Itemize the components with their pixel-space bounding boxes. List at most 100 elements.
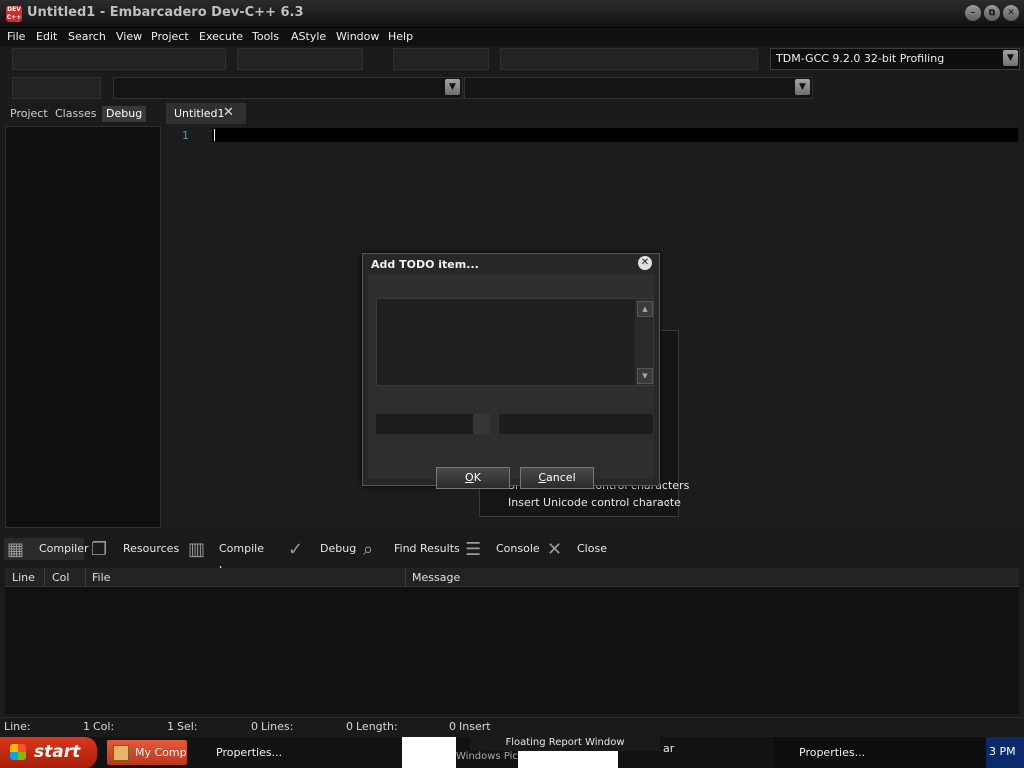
tab-debug-output-label: Debug <box>320 542 357 555</box>
tab-compiler-label: Compiler <box>39 542 89 555</box>
project-browser-panel[interactable] <box>5 126 161 528</box>
tab-classes[interactable]: Classes <box>51 106 100 122</box>
toolbar-project <box>393 48 489 70</box>
floating-report-window-label[interactable]: Floating Report Window <box>470 737 660 751</box>
menu-astyle[interactable]: AStyle <box>291 30 326 43</box>
folder-icon <box>113 745 129 761</box>
system-tray: 3 PM <box>986 737 1024 768</box>
clock: 3 PM <box>989 745 1016 758</box>
cancel-label: ancel <box>546 471 576 484</box>
menu-file[interactable]: File <box>7 30 25 43</box>
status-lines-label: Lines: <box>261 720 294 733</box>
resources-icon: ❐ <box>91 539 108 560</box>
message-list[interactable] <box>5 587 1019 714</box>
column-line[interactable]: Line <box>12 571 35 584</box>
menu-view[interactable]: View <box>116 30 142 43</box>
ok-label: K <box>473 471 481 484</box>
toolbar-misc <box>12 77 101 99</box>
tab-console-label: Console <box>496 542 540 555</box>
minimize-button[interactable]: – <box>965 5 981 21</box>
start-button[interactable]: start <box>0 737 97 768</box>
column-file[interactable]: File <box>92 571 110 584</box>
menu-help[interactable]: Help <box>388 30 413 43</box>
toolbar-debug <box>500 48 758 70</box>
add-todo-dialog: Add TODO item... ✕ ▲ ▼ OK Cancel <box>362 253 660 489</box>
status-length-label: Length: <box>356 720 398 733</box>
magnifier-icon: ⌕ <box>363 539 374 560</box>
taskbar: start My Compu Properties... Windows Pic… <box>0 737 1024 768</box>
line-number: 1 <box>182 129 189 142</box>
column-divider <box>85 568 86 586</box>
ok-mnemonic: O <box>465 471 474 484</box>
close-icon[interactable]: ✕ <box>638 256 652 270</box>
menu-edit[interactable]: Edit <box>36 30 57 43</box>
message-list-header: Line Col File Message <box>5 568 1019 587</box>
ok-button[interactable]: OK <box>436 467 510 489</box>
status-lines-value: 0 <box>346 720 353 733</box>
scroll-up-icon[interactable]: ▲ <box>637 301 653 317</box>
chevron-down-icon[interactable]: ▼ <box>795 79 810 95</box>
tab-project[interactable]: Project <box>6 106 52 122</box>
user-field[interactable] <box>499 414 653 434</box>
status-insert-mode: Insert <box>459 720 491 733</box>
column-message[interactable]: Message <box>412 571 460 584</box>
close-icon: ✕ <box>547 539 563 560</box>
menu-window[interactable]: Window <box>336 30 379 43</box>
priority-stepper[interactable] <box>376 414 490 434</box>
dialog-title: Add TODO item... <box>371 258 479 271</box>
column-col[interactable]: Col <box>52 571 69 584</box>
restore-button[interactable]: ⧉ <box>984 5 1000 21</box>
windows-logo-icon <box>10 744 26 760</box>
tab-find-results-label: Find Results <box>394 542 460 555</box>
cancel-button[interactable]: Cancel <box>520 467 594 489</box>
todo-text-input[interactable]: ▲ ▼ <box>376 298 654 386</box>
tab-find-results[interactable]: ⌕ Find Results <box>362 538 460 560</box>
taskbar-item-partial[interactable]: ar <box>663 742 674 755</box>
taskbar-item-my-computer[interactable]: My Compu <box>107 740 187 765</box>
todo-scrollbar[interactable]: ▲ ▼ <box>635 299 653 385</box>
dialog-body: ▲ ▼ OK Cancel <box>368 274 654 489</box>
tab-close[interactable]: ✕ Close <box>546 538 608 560</box>
menu-execute[interactable]: Execute <box>199 30 243 43</box>
menu-search[interactable]: Search <box>68 30 106 43</box>
close-icon[interactable]: ✕ <box>223 105 234 120</box>
tab-debug[interactable]: Debug <box>102 106 147 122</box>
taskbar-white-block-2 <box>518 751 618 768</box>
tab-debug-output[interactable]: ✓ Debug <box>287 538 357 560</box>
check-icon: ✓ <box>288 539 304 560</box>
priority-spin-button[interactable] <box>473 414 490 434</box>
chevron-down-icon[interactable]: ▼ <box>445 79 460 95</box>
start-label: start <box>34 742 81 762</box>
menu-tools[interactable]: Tools <box>252 30 279 43</box>
console-icon: ☰ <box>465 539 482 560</box>
title-bar: DEV C++ Untitled1 - Embarcadero Dev-C++ … <box>0 0 1024 28</box>
member-select[interactable]: ▼ <box>464 77 813 99</box>
menu-project[interactable]: Project <box>151 30 189 43</box>
class-select[interactable]: ▼ <box>113 77 463 99</box>
compiler-select-value: TDM-GCC 9.2.0 32-bit Profiling <box>776 52 945 65</box>
taskbar-item-properties[interactable]: Properties... <box>216 740 396 765</box>
compiler-select[interactable]: TDM-GCC 9.2.0 32-bit Profiling ▼ <box>770 48 1020 70</box>
close-button[interactable]: ✕ <box>1003 5 1019 21</box>
status-line-value: 1 <box>83 720 90 733</box>
tab-compiler[interactable]: ▦ Compiler <box>4 538 89 560</box>
tab-console[interactable]: ☰ Console <box>464 538 542 560</box>
toolbar-compile <box>237 48 363 70</box>
status-line-label: Line: <box>4 720 31 733</box>
tab-compile-log[interactable]: ▥ Compile Log <box>187 538 282 578</box>
menu-item-insert-unicode[interactable]: Insert Unicode control characte <box>508 496 681 509</box>
grid-icon: ▦ <box>7 539 25 560</box>
column-divider <box>405 568 406 586</box>
scroll-down-icon[interactable]: ▼ <box>637 368 653 384</box>
chevron-down-icon[interactable]: ▼ <box>1003 50 1018 66</box>
taskbar-white-block <box>402 737 456 768</box>
cancel-mnemonic: C <box>538 471 547 484</box>
bar-chart-icon: ▥ <box>188 539 206 560</box>
taskbar-item-windows-pic[interactable]: Windows Pic <box>456 751 518 762</box>
column-divider <box>44 568 45 586</box>
tab-resources[interactable]: ❐ Resources <box>90 538 182 560</box>
status-length-value: 0 <box>449 720 456 733</box>
taskbar-item-properties-2[interactable]: Properties... <box>799 740 949 765</box>
status-col-label: Col: <box>93 720 115 733</box>
editor-tab-untitled1[interactable]: Untitled1 ✕ <box>166 103 246 124</box>
